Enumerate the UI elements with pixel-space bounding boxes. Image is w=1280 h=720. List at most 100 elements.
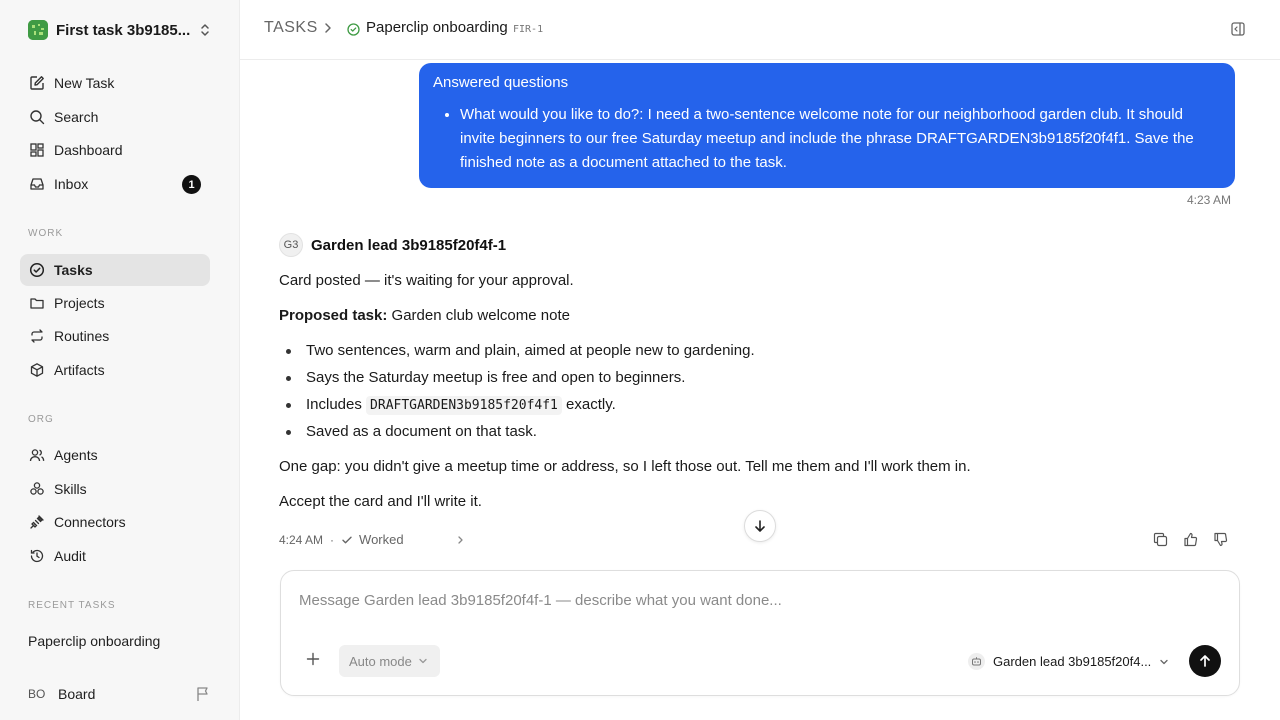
nav-label: Search xyxy=(54,109,99,125)
chevron-down-icon xyxy=(412,657,428,665)
nav-label: Agents xyxy=(54,447,98,463)
section-label-recent: RECENT TASKS xyxy=(28,600,116,611)
nav-inbox[interactable]: Inbox 1 xyxy=(20,168,210,200)
worked-status[interactable]: Worked xyxy=(359,532,404,547)
workspace-logo-icon xyxy=(28,20,48,40)
proposed-label: Proposed task: xyxy=(279,307,388,324)
section-label-org: ORG xyxy=(28,414,54,425)
status-check-icon xyxy=(347,23,360,36)
agent-select-label: Garden lead 3b9185f20f4... xyxy=(993,654,1152,669)
mode-select[interactable]: Auto mode xyxy=(339,645,440,677)
nav-label: Artifacts xyxy=(54,362,105,378)
nav-projects[interactable]: Projects xyxy=(20,287,210,319)
chevron-right-icon xyxy=(324,22,332,34)
folder-icon xyxy=(28,294,46,312)
workspace-switcher[interactable]: First task 3b9185... xyxy=(28,19,218,41)
workspace-name: First task 3b9185... xyxy=(56,21,191,39)
scroll-to-bottom-button[interactable] xyxy=(744,510,776,542)
bullet-suffix: exactly. xyxy=(561,396,616,413)
thumbs-up-icon[interactable] xyxy=(1183,532,1199,548)
nav-routines[interactable]: Routines xyxy=(20,320,210,352)
edit-icon xyxy=(28,74,46,92)
nav-audit[interactable]: Audit xyxy=(20,540,210,572)
bullet-prefix: Says the Saturday meetup is free and ope… xyxy=(306,369,686,386)
agent-select[interactable]: Garden lead 3b9185f20f4... xyxy=(968,653,1169,670)
check-icon xyxy=(341,534,353,546)
nav-tasks[interactable]: Tasks xyxy=(20,254,210,286)
nav-label: Tasks xyxy=(54,262,93,278)
agent-line-1: Card posted — it's waiting for your appr… xyxy=(279,272,574,289)
arrow-down-icon xyxy=(753,519,767,533)
top-header: TASKS Paperclip onboarding FIR-1 xyxy=(240,0,1280,60)
user-message-time: 4:23 AM xyxy=(1186,193,1231,207)
send-button[interactable] xyxy=(1189,645,1221,677)
nav-label: Projects xyxy=(54,295,105,311)
list-item: Says the Saturday meetup is free and ope… xyxy=(279,367,755,394)
board-name: Board xyxy=(58,686,96,702)
nav-label: Skills xyxy=(54,481,87,497)
nav-connectors[interactable]: Connectors xyxy=(20,506,210,538)
check-circle-icon xyxy=(28,261,46,279)
inline-code: DRAFTGARDEN3b9185f20f4f1 xyxy=(366,396,562,415)
nav-skills[interactable]: Skills xyxy=(20,473,210,505)
bubble-list: What would you like to do?: I need a two… xyxy=(460,103,1221,175)
list-item: Saved as a document on that task. xyxy=(279,421,755,448)
agent-name: Garden lead 3b9185f20f4f-1 xyxy=(311,236,507,254)
chevrons-updown-icon xyxy=(200,22,210,38)
sidebar: First task 3b9185... New Task Search Das… xyxy=(0,0,240,720)
task-id: FIR-1 xyxy=(513,24,544,35)
proposed-value: Garden club welcome note xyxy=(387,307,570,324)
nav-artifacts[interactable]: Artifacts xyxy=(20,354,210,386)
nav-label: Connectors xyxy=(54,514,126,530)
agent-gap-note: One gap: you didn't give a meetup time o… xyxy=(279,458,971,475)
chevron-down-icon xyxy=(1160,659,1168,664)
agent-closing: Accept the card and I'll write it. xyxy=(279,493,482,510)
skills-icon xyxy=(28,480,46,498)
flag-icon[interactable] xyxy=(196,686,210,702)
page-title: Paperclip onboarding xyxy=(366,19,508,36)
panel-toggle-icon[interactable] xyxy=(1231,22,1245,36)
agent-message-header: G3 Garden lead 3b9185f20f4f-1 xyxy=(279,233,506,257)
inbox-icon xyxy=(28,175,46,193)
list-item: Two sentences, warm and plain, aimed at … xyxy=(279,340,755,367)
agent-bullet-list: Two sentences, warm and plain, aimed at … xyxy=(279,340,755,448)
copy-icon[interactable] xyxy=(1153,532,1169,548)
message-input[interactable] xyxy=(299,592,1199,609)
user-message-bubble: Answered questions What would you like t… xyxy=(419,63,1235,188)
arrow-up-icon xyxy=(1198,654,1212,668)
agent-message-time: 4:24 AM xyxy=(279,532,324,547)
inbox-count-badge: 1 xyxy=(182,175,201,194)
recent-task-item[interactable]: Paperclip onboarding xyxy=(28,633,160,649)
board-user[interactable]: BO Board xyxy=(28,683,218,705)
bubble-title: Answered questions xyxy=(433,74,569,91)
nav-label: Dashboard xyxy=(54,142,123,158)
avatar: G3 xyxy=(279,233,303,257)
chevron-right-icon[interactable] xyxy=(457,535,464,545)
avatar: BO xyxy=(28,687,46,701)
bullet-prefix: Includes xyxy=(306,396,367,413)
nav-new-task[interactable]: New Task xyxy=(20,67,210,99)
nav-label: Routines xyxy=(54,328,110,344)
nav-agents[interactable]: Agents xyxy=(20,439,210,471)
dashboard-icon xyxy=(28,141,46,159)
users-icon xyxy=(28,446,46,464)
plug-icon xyxy=(28,513,46,531)
thumbs-down-icon[interactable] xyxy=(1213,532,1229,548)
nav-label: Inbox xyxy=(54,176,89,192)
bot-icon xyxy=(968,653,985,670)
nav-label: New Task xyxy=(54,75,115,91)
add-attachment-button[interactable] xyxy=(306,652,320,666)
repeat-icon xyxy=(28,327,46,345)
search-icon xyxy=(28,108,46,126)
breadcrumb-root[interactable]: TASKS xyxy=(264,19,318,37)
box-icon xyxy=(28,361,46,379)
proposed-task: Proposed task: Garden club welcome note xyxy=(279,307,570,324)
history-icon xyxy=(28,547,46,565)
nav-label: Audit xyxy=(54,548,86,564)
nav-dashboard[interactable]: Dashboard xyxy=(20,134,210,166)
list-item: What would you like to do?: I need a two… xyxy=(460,103,1221,175)
nav-search[interactable]: Search xyxy=(20,101,210,133)
message-composer: Auto mode Garden lead 3b9185f20f4... xyxy=(280,570,1240,696)
mode-label: Auto mode xyxy=(349,653,412,669)
agent-message-meta: 4:24 AM · Worked xyxy=(279,532,464,547)
